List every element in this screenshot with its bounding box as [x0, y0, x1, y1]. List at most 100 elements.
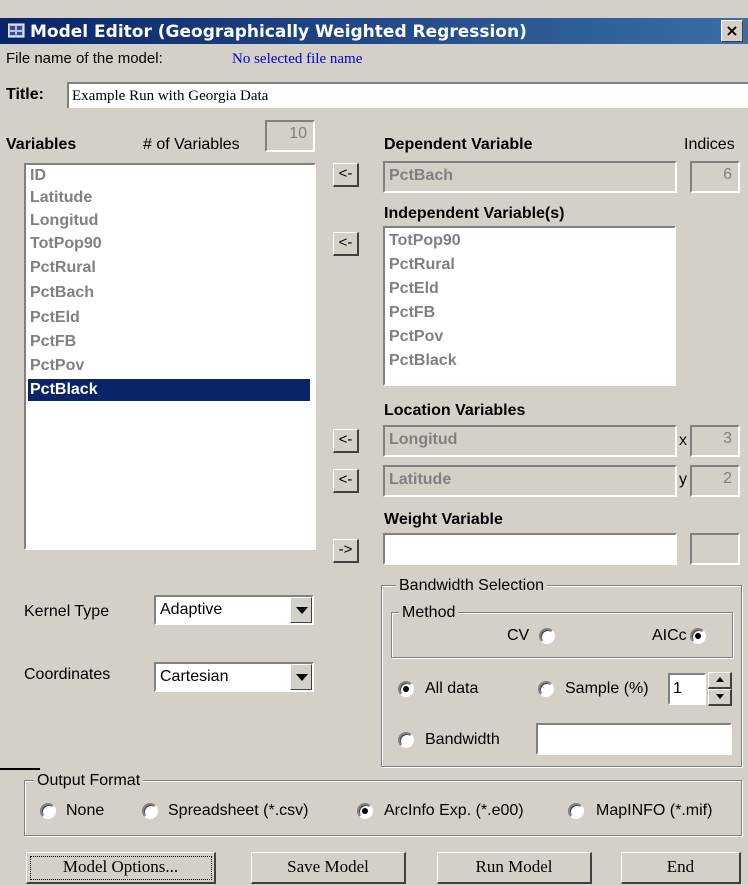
add-independent-button[interactable]: <- [333, 232, 359, 256]
arrow-left-icon: <- [338, 431, 353, 448]
list-item[interactable]: TotPop90 [28, 233, 310, 255]
cv-label: CV [507, 627, 530, 644]
list-item[interactable]: PctFB [28, 331, 310, 353]
end-button[interactable]: End [621, 852, 741, 884]
bandwidth-label: Bandwidth [425, 731, 500, 748]
app-icon [8, 23, 25, 38]
list-item[interactable]: PctPov [28, 355, 310, 377]
output-csv-radio[interactable] [142, 803, 158, 819]
model-editor-window: Model Editor (Geographically Weighted Re… [0, 0, 748, 885]
dependent-index-value: 6 [723, 166, 732, 183]
output-e00-label: ArcInfo Exp. (*.e00) [384, 802, 524, 819]
chevron-down-icon[interactable] [290, 597, 312, 623]
title-label: Title: [6, 86, 44, 103]
output-e00-radio[interactable] [357, 803, 373, 819]
weight-variable-field[interactable] [383, 533, 677, 565]
title-input[interactable]: Example Run with Georgia Data [67, 82, 748, 108]
list-item[interactable]: TotPop90 [387, 230, 461, 252]
list-item[interactable]: Longitud [28, 210, 310, 232]
aicc-radio[interactable] [690, 628, 706, 644]
sample-percent-value: 1 [673, 680, 682, 697]
bandwidth-radio[interactable] [398, 732, 414, 748]
output-mif-label: MapINFO (*.mif) [596, 802, 713, 819]
sample-percent-input[interactable]: 1 [668, 673, 706, 705]
file-name-value: No selected file name [232, 51, 363, 67]
independent-variables-list[interactable]: TotPop90 PctRural PctEld PctFB PctPov Pc… [383, 226, 676, 386]
list-item[interactable]: PctEld [28, 307, 310, 329]
title-bar[interactable]: Model Editor (Geographically Weighted Re… [0, 18, 748, 44]
location-x-index-value: 3 [723, 430, 732, 447]
variables-label: Variables [6, 136, 77, 153]
coordinates-select[interactable]: Cartesian [154, 662, 314, 692]
location-x-axis-label: x [679, 432, 687, 449]
arrow-left-icon: <- [338, 234, 353, 251]
all-data-label: All data [425, 680, 479, 697]
all-data-radio[interactable] [398, 681, 414, 697]
output-format-label: Output Format [34, 772, 144, 790]
list-item[interactable]: PctPov [387, 326, 443, 348]
remove-weight-button[interactable]: -> [333, 539, 359, 563]
list-item[interactable]: Latitude [28, 187, 310, 209]
dependent-variable-value: PctBach [389, 167, 454, 184]
sample-spin-down-button[interactable] [708, 689, 732, 706]
sample-spin-up-button[interactable] [708, 672, 732, 689]
divider [0, 768, 40, 770]
indices-label: Indices [684, 136, 735, 153]
bandwidth-selection-label: Bandwidth Selection [396, 577, 547, 595]
location-y-value: Latitude [389, 471, 452, 488]
add-location-y-button[interactable]: <- [333, 469, 359, 493]
independent-variables-label: Independent Variable(s) [384, 205, 565, 222]
model-options-button[interactable]: Model Options... [26, 852, 216, 884]
list-item[interactable]: PctEld [387, 278, 439, 300]
add-dependent-button[interactable]: <- [333, 163, 359, 187]
spin-down-icon [715, 694, 724, 699]
variables-list[interactable]: ID Latitude Longitud TotPop90 PctRural P… [24, 163, 316, 550]
spin-up-icon [715, 677, 724, 682]
title-input-value: Example Run with Georgia Data [72, 88, 269, 104]
bandwidth-input[interactable] [536, 723, 732, 755]
location-y-index-field: 2 [690, 465, 740, 497]
weight-variable-label: Weight Variable [384, 511, 503, 528]
list-item[interactable]: PctBlack [387, 350, 457, 372]
kernel-type-value: Adaptive [160, 601, 223, 618]
arrow-left-icon: <- [338, 471, 353, 488]
weight-index-field [690, 533, 740, 565]
chevron-down-icon[interactable] [290, 664, 312, 690]
list-item-selected[interactable]: PctBlack [28, 379, 310, 401]
file-name-label: File name of the model: [6, 50, 163, 67]
list-item[interactable]: PctRural [387, 254, 455, 276]
list-item[interactable]: PctRural [28, 257, 310, 279]
aicc-label: AICc [652, 627, 687, 644]
method-label: Method [399, 604, 459, 622]
coordinates-value: Cartesian [160, 668, 229, 685]
location-y-index-value: 2 [723, 470, 732, 487]
location-y-axis-label: y [679, 471, 687, 488]
kernel-type-select[interactable]: Adaptive [154, 595, 314, 625]
output-csv-label: Spreadsheet (*.csv) [168, 802, 309, 819]
output-mif-radio[interactable] [568, 803, 584, 819]
variables-count-value: 10 [289, 125, 307, 142]
list-item[interactable]: PctBach [28, 282, 310, 304]
variables-count-field: 10 [265, 120, 315, 152]
close-button[interactable]: × [721, 20, 743, 42]
dependent-index-field: 6 [690, 161, 740, 193]
kernel-type-label: Kernel Type [24, 603, 110, 620]
close-icon: × [725, 21, 739, 40]
output-none-radio[interactable] [40, 803, 56, 819]
cv-radio[interactable] [539, 628, 555, 644]
list-item[interactable]: PctFB [387, 302, 435, 324]
save-model-button[interactable]: Save Model [251, 852, 406, 884]
arrow-right-icon: -> [338, 541, 353, 558]
list-item[interactable]: ID [28, 165, 310, 187]
dependent-variable-field[interactable]: PctBach [383, 161, 677, 193]
sample-radio[interactable] [538, 681, 554, 697]
location-y-field[interactable]: Latitude [383, 465, 677, 497]
run-model-button[interactable]: Run Model [437, 852, 592, 884]
arrow-left-icon: <- [338, 165, 353, 182]
location-x-field[interactable]: Longitud [383, 425, 677, 457]
dependent-variable-label: Dependent Variable [384, 136, 533, 153]
location-x-index-field: 3 [690, 425, 740, 457]
coordinates-label: Coordinates [24, 666, 111, 683]
output-none-label: None [66, 802, 105, 819]
add-location-x-button[interactable]: <- [333, 429, 359, 453]
